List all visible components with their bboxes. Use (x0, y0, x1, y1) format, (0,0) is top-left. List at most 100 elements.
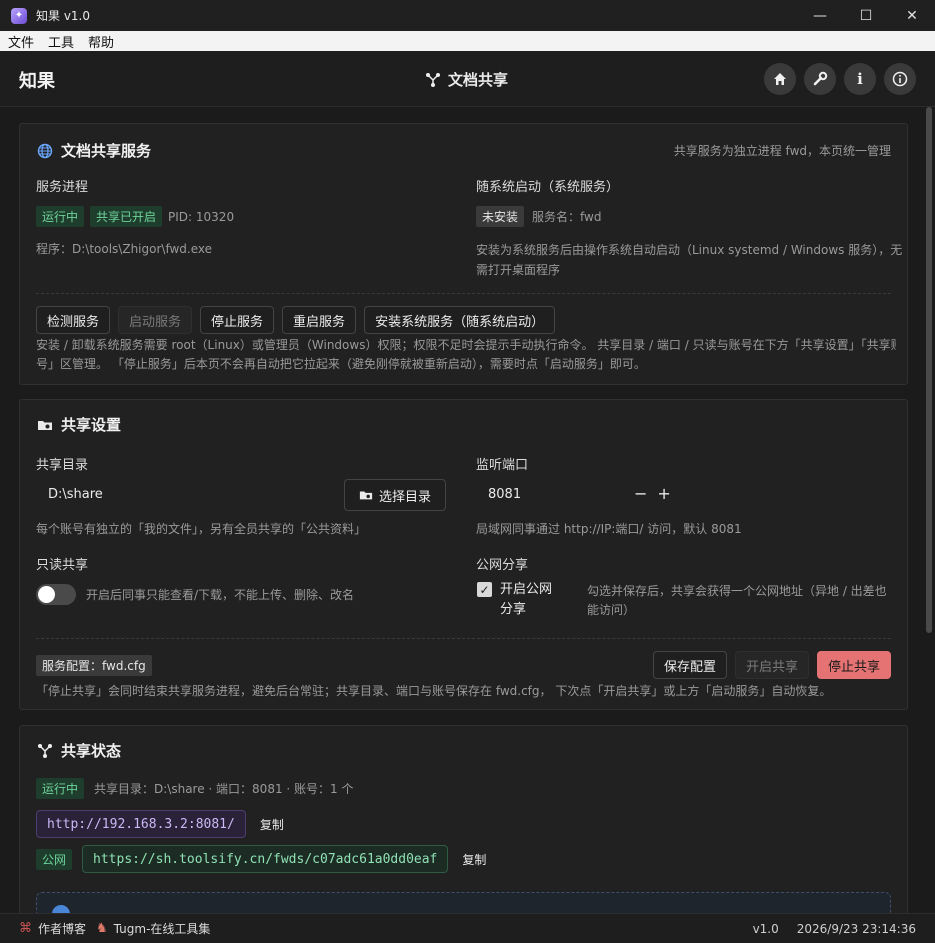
toggle-knob (38, 586, 55, 603)
public-checkbox-label[interactable]: 开启公网 分享 (500, 580, 552, 620)
program-path: 程序：D:\tools\Zhigor\fwd.exe (36, 242, 212, 256)
service-help-line2: 号」区管理。 「停止服务」后本页不会再自动把它拉起来（避免刚停就被重新启动），需… (36, 357, 646, 371)
status-badge-running: 运行中 (36, 206, 85, 227)
public-checkbox-label-line2: 分享 (500, 602, 527, 617)
service-help-line1: 安装 / 卸载系统服务需要 root（Linux）或管理员（Windows）权限… (36, 338, 896, 352)
globe-icon (37, 143, 53, 158)
status-panel: 共享状态 运行中 共享目录：D:\share · 端口：8081 · 账号：1 … (19, 725, 908, 932)
home-button[interactable] (764, 63, 796, 95)
dir-hint: 每个账号有独立的「我的文件」，另有全员共享的「公共资料」 (36, 522, 367, 536)
minimize-icon[interactable]: — (797, 0, 843, 31)
public-url-row: 公网 https://sh.toolsify.cn/fwds/c07adc61a… (36, 845, 486, 873)
autostart-desc-line1: 安装为系统服务后由操作系统自动启动（Linux systemd / Window… (476, 243, 903, 257)
page-title-text: 文档共享 (448, 71, 509, 89)
version: v1.0 (752, 922, 779, 936)
service-panel-title: 文档共享服务 (37, 140, 151, 161)
start-share-button[interactable]: 开启共享 (734, 651, 809, 679)
service-panel: 文档共享服务 共享服务为独立进程 fwd，本页统一管理 服务进程 运行中 共享已… (19, 123, 908, 385)
window-title: 知果 v1.0 (36, 9, 91, 23)
public-url[interactable]: https://sh.toolsify.cn/fwds/c07adc61a0dd… (82, 845, 449, 873)
brand: 知果 (19, 71, 55, 92)
menu-help[interactable]: 帮助 (88, 32, 114, 51)
settings-panel: 共享设置 共享目录 D:\share 选择目录 每个账号有独立的「我的文件」，另… (19, 399, 908, 710)
autostart-badge: 未安装 (476, 206, 525, 227)
datetime: 2026/9/23 23:14:36 (796, 922, 916, 936)
folder-open-icon (359, 491, 373, 500)
service-note: 共享服务为独立进程 fwd，本页统一管理 (673, 144, 891, 158)
status-title: 共享状态 (61, 742, 122, 760)
public-hint: 勾选并保存后，共享会获得一个公网地址（异地 / 出差也 能访问） (587, 582, 887, 620)
status-panel-title: 共享状态 (37, 740, 121, 761)
dir-input[interactable]: D:\share (48, 487, 103, 502)
app-icon: ✦ (11, 7, 27, 24)
lan-url-row: http://192.168.3.2:8081/ 复制 (36, 810, 284, 838)
menu-file[interactable]: 文件 (8, 32, 34, 51)
stop-service-button[interactable]: 停止服务 (200, 306, 275, 334)
public-tag: 公网 (36, 848, 73, 870)
choose-dir-button[interactable]: 选择目录 (344, 479, 447, 511)
share-icon (38, 743, 52, 758)
port-hint: 局域网同事通过 http://IP:端口/ 访问，默认 8081 (476, 522, 742, 536)
port-stepper: − + (634, 484, 671, 503)
menu-tools[interactable]: 工具 (48, 32, 74, 51)
process-label: 服务进程 (36, 180, 89, 195)
readonly-toggle[interactable] (36, 584, 76, 605)
dir-label: 共享目录 (36, 458, 89, 473)
service-title: 文档共享服务 (61, 142, 152, 160)
save-config-button[interactable]: 保存配置 (652, 651, 727, 679)
divider (36, 638, 891, 639)
autostart-label: 随系统启动（系统服务） (476, 180, 620, 195)
tools-link[interactable]: Tugm-在线工具集 (114, 920, 211, 937)
process-status: 运行中 共享已开启 PID: 10320 (36, 206, 234, 227)
scrollbar[interactable] (926, 107, 932, 633)
home-icon (774, 73, 786, 85)
settings-footer-note: 「停止共享」会同时结束共享服务进程，避免后台常驻；共享目录、端口与账号保存在 f… (36, 684, 832, 698)
public-hint-line2: 能访问） (587, 603, 636, 617)
status-bar: ⌘ 作者博客 ♞ Tugm-在线工具集 v1.0 2026/9/23 23:14… (0, 913, 935, 943)
about-button[interactable] (884, 63, 916, 95)
status-summary-row: 运行中 共享目录：D:\share · 端口：8081 · 账号：1 个 (36, 778, 353, 799)
settings-title: 共享设置 (61, 416, 122, 434)
port-label: 监听端口 (476, 458, 529, 473)
divider (36, 293, 891, 294)
pid-text: PID: 10320 (168, 209, 235, 224)
choose-dir-label: 选择目录 (379, 489, 432, 505)
copy-public-button[interactable]: 复制 (462, 851, 486, 868)
minus-icon[interactable]: − (634, 484, 647, 503)
autostart-desc: 安装为系统服务后由操作系统自动启动（Linux systemd / Window… (476, 240, 902, 280)
blog-link[interactable]: 作者博客 (38, 920, 86, 937)
readonly-label: 只读共享 (36, 558, 89, 573)
port-input[interactable]: 8081 (488, 487, 521, 502)
header-actions: i (764, 63, 916, 95)
install-service-button[interactable]: 安装系统服务（随系统启动） (364, 306, 556, 334)
folder-icon (38, 420, 52, 430)
share-icon (426, 72, 440, 87)
config-file-tag: 服务配置：fwd.cfg (36, 655, 152, 676)
blog-icon: ⌘ (19, 921, 32, 936)
public-checkbox-label-line1: 开启公网 (500, 582, 553, 597)
close-icon[interactable]: ✕ (889, 0, 935, 31)
public-label: 公网分享 (476, 558, 529, 573)
info-button[interactable]: i (844, 63, 876, 95)
restart-service-button[interactable]: 重启服务 (282, 306, 357, 334)
footer-info: v1.0 2026/9/23 23:14:36 (753, 922, 916, 936)
settings-actions: 保存配置 开启共享 停止共享 (652, 651, 891, 679)
tools-icon: ♞ (96, 921, 108, 936)
footer-links: ⌘ 作者博客 ♞ Tugm-在线工具集 (19, 920, 210, 937)
check-service-button[interactable]: 检测服务 (36, 306, 111, 334)
readonly-hint: 开启后同事只能查看/下载，不能上传、删除、改名 (86, 588, 355, 602)
service-help: 安装 / 卸载系统服务需要 root（Linux）或管理员（Windows）权限… (36, 336, 896, 374)
start-service-button[interactable]: 启动服务 (118, 306, 193, 334)
copy-lan-button[interactable]: 复制 (260, 816, 284, 833)
public-checkbox[interactable]: ✓ (477, 582, 492, 597)
plus-icon[interactable]: + (657, 484, 670, 503)
lan-url[interactable]: http://192.168.3.2:8081/ (36, 810, 246, 838)
status-badge-shared: 共享已开启 (90, 206, 163, 227)
stop-share-button[interactable]: 停止共享 (816, 651, 891, 679)
window-controls: — ☐ ✕ (797, 0, 935, 31)
autostart-status: 未安装 服务名：fwd (476, 206, 601, 227)
tools-button[interactable] (804, 63, 836, 95)
maximize-icon[interactable]: ☐ (843, 0, 889, 31)
status-summary: 共享目录：D:\share · 端口：8081 · 账号：1 个 (94, 782, 354, 796)
wrench-icon (813, 71, 828, 86)
